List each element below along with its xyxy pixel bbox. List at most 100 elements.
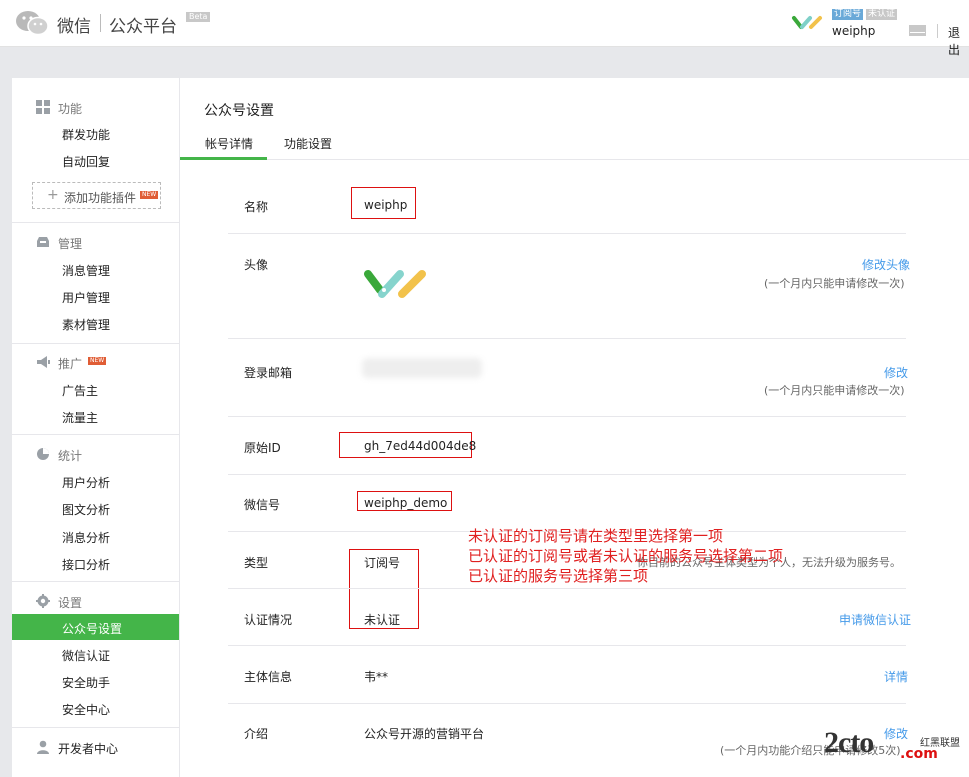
brand-name[interactable]: 微信 [57,12,91,37]
avatar-label: 头像 [244,258,269,272]
content-panel: 功能 群发功能 自动回复 + 添加功能插件 NEW 管理 消息管理 用户管理 素… [12,78,969,777]
beta-badge: Beta [186,12,211,22]
sidebar-item-label: 微信认证 [62,649,111,663]
logout-link[interactable]: 退出 [948,24,969,58]
sidebar-item-article-analysis[interactable]: 图文分析 [12,495,179,521]
sidebar-item-wechat-verification[interactable]: 微信认证 [12,641,179,667]
avatar-hint: (一个月内只能申请修改一次) [764,277,905,290]
account-avatar-image [364,270,426,298]
platform-name[interactable]: 公众平台 [109,12,177,37]
sidebar-divider [12,581,180,582]
subject-value: 韦** [364,670,389,684]
wechat-id-value: weiphp_demo [364,496,448,510]
sidebar-item-label: 广告主 [62,384,99,398]
page-title: 公众号设置 [204,103,274,119]
megaphone-icon [37,356,50,368]
wechat-logo-icon[interactable] [14,9,50,37]
sidebar-divider [12,222,180,223]
sidebar-item-traffic-host[interactable]: 流量主 [12,403,179,429]
original-id-label: 原始ID [244,441,281,455]
grid-icon [36,100,50,114]
sidebar-item-security-center[interactable]: 安全中心 [12,695,179,721]
row-divider [228,645,906,646]
annotation-line: 已认证的订阅号或者未认证的服务号选择第二项 [468,547,784,565]
sidebar-item-materials[interactable]: 素材管理 [12,310,179,336]
intro-value: 公众号开源的营销平台 [364,727,485,741]
logout-divider [937,24,938,38]
annotation-line: 未认证的订阅号请在类型里选择第一项 [468,527,724,545]
sidebar-item-users[interactable]: 用户管理 [12,283,179,309]
change-email-link[interactable]: 修改 [884,364,908,381]
row-divider [228,703,906,704]
sidebar-item-label: 安全中心 [62,703,111,717]
sidebar-item-label: 接口分析 [62,558,111,572]
tab-function-settings[interactable]: 功能设置 [284,135,332,152]
sidebar-item-label: 用户分析 [62,476,111,490]
watermark-side: 红黑联盟 [920,738,960,749]
add-plugin-button[interactable]: + 添加功能插件 NEW [32,182,161,209]
sidebar: 功能 群发功能 自动回复 + 添加功能插件 NEW 管理 消息管理 用户管理 素… [12,78,180,777]
account-avatar-icon[interactable] [790,12,826,32]
row-divider [228,338,906,339]
sidebar-item-account-settings[interactable]: 公众号设置 [12,614,179,640]
sidebar-section-manage: 管理 [12,230,180,254]
sidebar-divider [12,434,180,435]
row-divider [228,233,906,234]
sidebar-item-label: 自动回复 [62,155,111,169]
new-badge: NEW [140,191,159,199]
type-label: 类型 [244,556,269,570]
sidebar-item-broadcast[interactable]: 群发功能 [12,120,179,146]
account-status-tag: 未认证 [866,9,898,20]
email-label: 登录邮箱 [244,366,293,380]
account-type-tag: 订阅号 [832,9,864,20]
sidebar-item-message-analysis[interactable]: 消息分析 [12,523,179,549]
wechat-id-label: 微信号 [244,498,281,512]
tab-account-details[interactable]: 帐号详情 [205,135,253,152]
subject-label: 主体信息 [244,670,293,684]
sidebar-item-developer-center[interactable]: 开发者中心 [12,735,180,759]
subject-details-link[interactable]: 详情 [884,668,908,685]
change-avatar-link[interactable]: 修改头像 [862,256,910,273]
sidebar-item-label: 用户管理 [62,291,111,305]
mail-icon[interactable] [909,25,926,36]
plus-icon: + [47,187,59,203]
sidebar-item-user-analysis[interactable]: 用户分析 [12,468,179,494]
apply-verification-link[interactable]: 申请微信认证 [839,611,911,628]
annotation-line: 已认证的服务号选择第三项 [468,567,649,585]
sidebar-item-label: 安全助手 [62,676,111,690]
name-value: weiphp [364,198,408,212]
email-hint: (一个月内只能申请修改一次) [764,384,905,397]
row-divider [228,588,906,589]
verification-label: 认证情况 [244,613,293,627]
sidebar-item-label: 群发功能 [62,128,111,142]
gear-icon [36,594,50,608]
row-divider [228,474,906,475]
tabs-divider [180,159,969,160]
type-value: 订阅号 [364,556,401,570]
new-badge: NEW [88,357,107,365]
sidebar-item-advertiser[interactable]: 广告主 [12,376,179,402]
sidebar-item-auto-reply[interactable]: 自动回复 [12,147,179,173]
sidebar-item-label: 消息管理 [62,264,111,278]
sidebar-section-label: 统计 [58,449,83,463]
add-plugin-label: 添加功能插件 [64,191,137,205]
sidebar-divider [12,343,180,344]
sidebar-item-label: 开发者中心 [58,742,119,756]
sidebar-item-security-assistant[interactable]: 安全助手 [12,668,179,694]
sidebar-section-settings: 设置 [12,589,180,613]
inbox-icon [37,237,49,247]
sidebar-section-stats: 统计 [12,442,180,466]
sidebar-item-api-analysis[interactable]: 接口分析 [12,550,179,576]
sidebar-item-messages[interactable]: 消息管理 [12,256,179,282]
verification-value: 未认证 [364,613,401,627]
sidebar-section-label: 功能 [58,102,83,116]
sidebar-item-label: 图文分析 [62,503,111,517]
sidebar-item-label: 公众号设置 [62,622,123,636]
sidebar-section-label: 管理 [58,237,83,251]
watermark-main: 2cto [824,726,874,759]
sidebar-section-label: 推广 [58,357,83,371]
name-label: 名称 [244,200,269,214]
email-value-blurred [362,358,482,378]
sidebar-section-promotion: 推广 NEW [12,350,180,374]
account-name[interactable]: weiphp [832,24,875,38]
